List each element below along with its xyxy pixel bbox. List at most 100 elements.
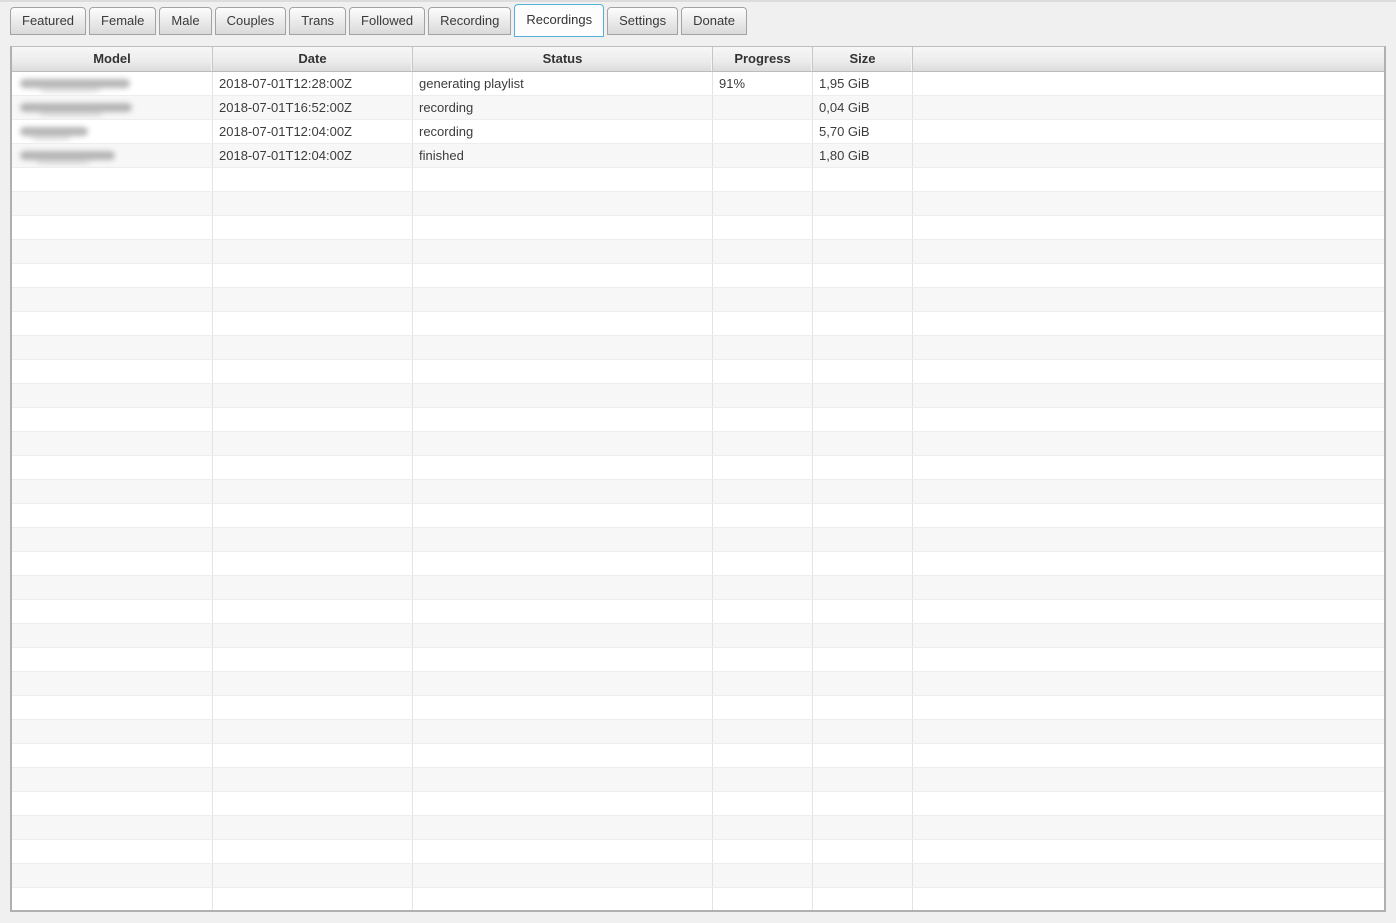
cell-model	[12, 216, 213, 239]
tab-couples[interactable]: Couples	[214, 7, 287, 35]
table-row-empty	[12, 240, 1384, 264]
cell-date	[213, 480, 413, 503]
cell-date	[213, 384, 413, 407]
tab-donate[interactable]: Donate	[681, 7, 748, 35]
table-row-empty	[12, 696, 1384, 720]
cell-status	[413, 456, 713, 479]
cell-model	[12, 720, 213, 743]
cell-model	[12, 792, 213, 815]
cell-date	[213, 720, 413, 743]
cell-model	[12, 624, 213, 647]
cell-extra	[913, 336, 1384, 359]
cell-progress	[713, 624, 813, 647]
cell-model	[12, 576, 213, 599]
cell-size	[813, 504, 913, 527]
cell-model	[12, 264, 213, 287]
tab-settings[interactable]: Settings	[607, 7, 679, 35]
cell-status	[413, 360, 713, 383]
column-header-progress[interactable]: Progress	[713, 47, 813, 71]
table-row-empty	[12, 552, 1384, 576]
cell-progress	[713, 408, 813, 431]
table-row[interactable]: 2018-07-01T12:04:00Z recording 5,70 GiB	[12, 120, 1384, 144]
cell-extra	[913, 624, 1384, 647]
table-row-empty	[12, 264, 1384, 288]
cell-extra	[913, 768, 1384, 791]
cell-status	[413, 288, 713, 311]
column-header-status[interactable]: Status	[413, 47, 713, 71]
cell-date	[213, 864, 413, 887]
table-row-empty	[12, 456, 1384, 480]
cell-status	[413, 312, 713, 335]
cell-status	[413, 576, 713, 599]
cell-date	[213, 744, 413, 767]
cell-model	[12, 384, 213, 407]
cell-status	[413, 432, 713, 455]
cell-status	[413, 816, 713, 839]
cell-date	[213, 360, 413, 383]
cell-size	[813, 432, 913, 455]
table-row-empty	[12, 432, 1384, 456]
cell-size: 1,80 GiB	[813, 144, 913, 167]
cell-date	[213, 672, 413, 695]
cell-extra	[913, 96, 1384, 119]
cell-progress: 91%	[713, 72, 813, 95]
cell-progress	[713, 456, 813, 479]
cell-date	[213, 312, 413, 335]
cell-status	[413, 408, 713, 431]
table-row[interactable]: 2018-07-01T12:04:00Z finished 1,80 GiB	[12, 144, 1384, 168]
cell-status: recording	[413, 96, 713, 119]
cell-model	[12, 864, 213, 887]
cell-date	[213, 432, 413, 455]
cell-date	[213, 696, 413, 719]
cell-model	[12, 816, 213, 839]
tab-bar: Featured Female Male Couples Trans Followed Re…	[10, 4, 1386, 37]
cell-date	[213, 240, 413, 263]
recordings-table: Model Date Status Progress Size 2018-07-01T1…	[10, 46, 1386, 912]
table-row-empty	[12, 288, 1384, 312]
cell-status	[413, 168, 713, 191]
column-header-date[interactable]: Date	[213, 47, 413, 71]
table-row-empty	[12, 168, 1384, 192]
cell-progress	[713, 600, 813, 623]
cell-status	[413, 552, 713, 575]
cell-model	[12, 504, 213, 527]
cell-size	[813, 216, 913, 239]
cell-extra	[913, 504, 1384, 527]
cell-size	[813, 384, 913, 407]
cell-size	[813, 576, 913, 599]
cell-progress	[713, 744, 813, 767]
cell-date: 2018-07-01T12:04:00Z	[213, 120, 413, 143]
cell-size	[813, 240, 913, 263]
table-row[interactable]: 2018-07-01T12:28:00Z generating playlist 9…	[12, 72, 1384, 96]
cell-extra	[913, 120, 1384, 143]
cell-extra	[913, 552, 1384, 575]
tab-recordings[interactable]: Recordings	[514, 4, 605, 37]
tab-featured[interactable]: Featured	[10, 7, 87, 35]
cell-size	[813, 888, 913, 910]
cell-size	[813, 600, 913, 623]
column-header-size[interactable]: Size	[813, 47, 913, 71]
tab-recording[interactable]: Recording	[428, 7, 512, 35]
tab-trans[interactable]: Trans	[289, 7, 347, 35]
cell-progress	[713, 864, 813, 887]
table-row-empty	[12, 840, 1384, 864]
cell-model	[12, 336, 213, 359]
cell-extra	[913, 408, 1384, 431]
cell-model	[12, 360, 213, 383]
cell-model	[12, 528, 213, 551]
cell-progress	[713, 168, 813, 191]
cell-model	[12, 312, 213, 335]
table-row[interactable]: 2018-07-01T16:52:00Z recording 0,04 GiB	[12, 96, 1384, 120]
tab-followed[interactable]: Followed	[349, 7, 426, 35]
cell-model	[12, 168, 213, 191]
cell-date	[213, 336, 413, 359]
column-header-model[interactable]: Model	[12, 47, 213, 71]
cell-size	[813, 744, 913, 767]
table-row-empty	[12, 768, 1384, 792]
tab-male[interactable]: Male	[159, 7, 212, 35]
cell-extra	[913, 72, 1384, 95]
cell-status	[413, 744, 713, 767]
cell-size	[813, 288, 913, 311]
tab-female[interactable]: Female	[89, 7, 157, 35]
cell-size: 0,04 GiB	[813, 96, 913, 119]
